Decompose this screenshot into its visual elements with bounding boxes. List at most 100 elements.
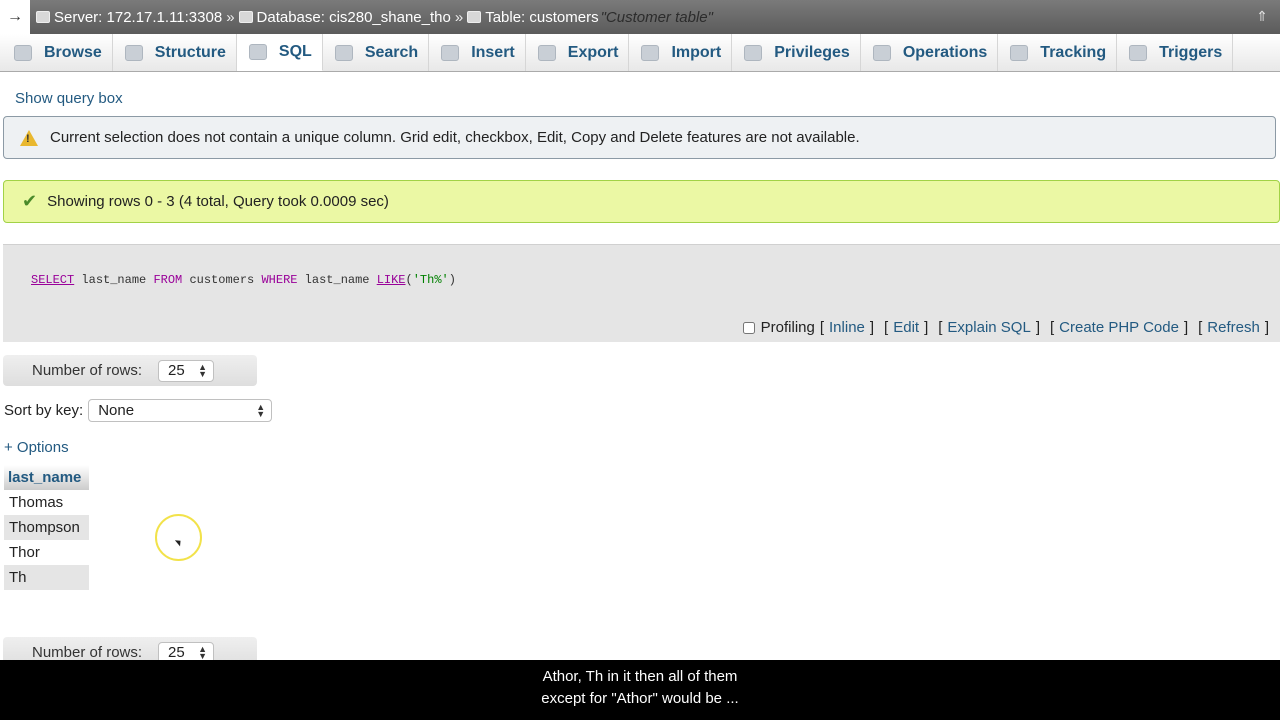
breadcrumb: → Server: 172.17.1.11:3308 » Database: c… (0, 0, 1280, 34)
tab-label: Search (364, 43, 419, 61)
video-caption: Athor, Th in it then all of them except … (0, 660, 1280, 720)
select-arrows-icon: ▲ ▼ (198, 361, 208, 379)
profiling-label: Profiling (760, 319, 815, 336)
sql-query-text[interactable]: SELECT last_name FROM customers WHERE la… (31, 273, 456, 287)
breadcrumb-server[interactable]: Server: 172.17.1.11:3308 (36, 9, 222, 26)
tab-import[interactable]: Import (629, 34, 733, 71)
table-cell[interactable]: Thomas (4, 490, 89, 515)
sql-function: LIKE (376, 273, 406, 287)
table-icon (467, 11, 482, 23)
notice-text: Current selection does not contain a uni… (50, 129, 860, 146)
tab-insert[interactable]: Insert (429, 34, 526, 71)
number-of-rows-label: Number of rows: (32, 644, 143, 661)
sql-paren: ) (448, 273, 456, 287)
tab-privileges[interactable]: Privileges (732, 34, 861, 71)
sql-paren: ( (405, 273, 413, 287)
server-icon (36, 11, 50, 23)
sql-keyword: SELECT (31, 273, 75, 287)
show-query-box-link[interactable]: Show query box (15, 90, 123, 107)
table-row: Thor (4, 540, 89, 565)
tab-browse[interactable]: Browse (2, 34, 113, 71)
breadcrumb-server-label[interactable]: Server: 172.17.1.11:3308 (54, 9, 222, 26)
bracket: ] (1264, 319, 1269, 336)
bracket: [ (1198, 319, 1203, 336)
table-row: Th (4, 565, 89, 590)
refresh-link[interactable]: Refresh (1207, 319, 1260, 336)
browse-icon (14, 44, 32, 61)
wrench-icon (872, 44, 891, 61)
sql-keyword: WHERE (261, 273, 298, 287)
sort-by-key-select[interactable]: None ▲ ▼ (88, 399, 273, 422)
tab-label: Import (671, 43, 722, 61)
tab-label: Browse (44, 43, 102, 61)
breadcrumb-table[interactable]: Table: customers "Customer table" (467, 9, 713, 26)
table-row: Thomas (4, 490, 89, 515)
number-of-rows-label: Number of rows: (32, 362, 143, 379)
tab-triggers[interactable]: Triggers (1117, 34, 1234, 71)
tab-label: Triggers (1159, 43, 1223, 61)
bracket: ] (869, 319, 875, 336)
number-of-rows-value: 25 (168, 362, 185, 379)
table-cell[interactable]: Th (4, 565, 89, 590)
tab-search[interactable]: Search (323, 34, 430, 71)
triggers-icon (1129, 44, 1148, 61)
bracket: [ (1049, 319, 1055, 336)
number-of-rows-value: 25 (168, 644, 185, 661)
tab-operations[interactable]: Operations (861, 34, 999, 71)
results-table: last_name Thomas Thompson Thor Th (4, 465, 89, 590)
sql-column: last_name (297, 273, 377, 287)
profiling-checkbox[interactable] (742, 321, 755, 334)
column-header-last-name[interactable]: last_name (4, 465, 89, 490)
success-message: ✔ Showing rows 0 - 3 (4 total, Query too… (3, 180, 1280, 223)
tab-sql[interactable]: SQL (236, 34, 323, 71)
breadcrumb-database-label[interactable]: Database: cis280_shane_tho (257, 9, 451, 26)
options-link[interactable]: + Options (4, 439, 69, 456)
navigation-bar-top: Number of rows: 25 ▲ ▼ (3, 355, 257, 386)
export-icon (537, 44, 556, 61)
edit-link[interactable]: Edit (893, 319, 919, 336)
tab-structure[interactable]: Structure (113, 34, 237, 71)
number-of-rows-select[interactable]: 25 ▲ ▼ (158, 359, 215, 382)
sql-column: last_name (74, 273, 154, 287)
tab-export[interactable]: Export (526, 34, 630, 71)
check-icon: ✔ (22, 191, 38, 211)
bracket: [ (884, 319, 889, 336)
structure-icon (124, 44, 143, 61)
tab-label: Insert (471, 43, 515, 61)
table-cell[interactable]: Thor (4, 540, 89, 565)
breadcrumb-separator: » (226, 8, 235, 26)
tab-tracking[interactable]: Tracking (998, 34, 1118, 71)
create-php-code-link[interactable]: Create PHP Code (1059, 319, 1179, 336)
bracket: [ (819, 319, 825, 336)
explain-sql-link[interactable]: Explain SQL (947, 319, 1030, 336)
warning-icon: ! (20, 129, 38, 146)
tab-label: Privileges (774, 43, 850, 61)
notice-message: ! Current selection does not contain a u… (3, 116, 1276, 159)
sql-toolbar: Profiling [Inline] [Edit] [Explain SQL] … (742, 319, 1274, 336)
sql-icon (248, 44, 267, 60)
select-arrows-icon: ▲ ▼ (198, 643, 208, 661)
bracket: ] (1035, 319, 1040, 336)
sql-query-box: SELECT last_name FROM customers WHERE la… (3, 244, 1280, 342)
tab-label: SQL (278, 43, 312, 60)
cursor-highlight (155, 514, 202, 561)
bracket: [ (938, 319, 943, 336)
tab-label: Structure (154, 43, 226, 61)
collapse-icon[interactable]: ⇑ (1256, 8, 1268, 25)
eye-icon (1010, 44, 1029, 61)
breadcrumb-database[interactable]: Database: cis280_shane_tho (238, 9, 451, 26)
success-text: Showing rows 0 - 3 (4 total, Query took … (47, 193, 389, 210)
sql-string: 'Th%' (412, 273, 449, 287)
sql-keyword: FROM (153, 273, 183, 287)
caption-line: Athor, Th in it then all of them (542, 668, 738, 685)
tab-label: Operations (902, 43, 988, 61)
bracket: ] (1183, 319, 1189, 336)
table-cell[interactable]: Thompson (4, 515, 89, 540)
breadcrumb-table-label[interactable]: Table: customers (485, 9, 598, 26)
bracket: ] (924, 319, 929, 336)
search-icon (334, 44, 353, 61)
back-arrow-icon[interactable]: → (0, 0, 30, 34)
table-comment: "Customer table" (600, 8, 713, 26)
inline-link[interactable]: Inline (829, 319, 865, 336)
table-row: Thompson (4, 515, 89, 540)
